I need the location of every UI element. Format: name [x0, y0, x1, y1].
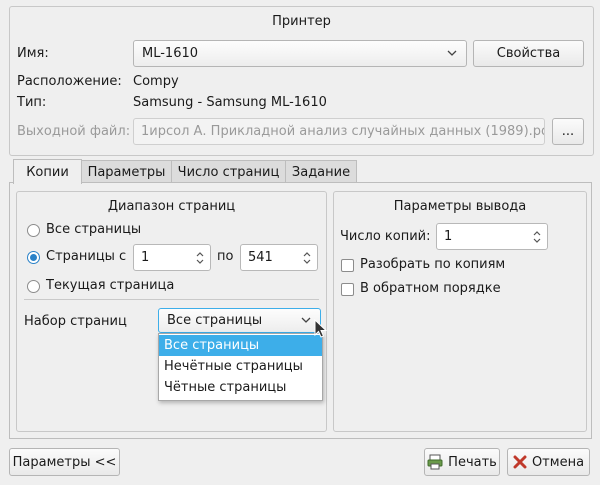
- copies-spinbox[interactable]: 1: [436, 223, 548, 250]
- tab-copies[interactable]: Копии: [13, 159, 82, 184]
- page-set-label: Набор страниц: [24, 314, 127, 329]
- page-range-label[interactable]: Страницы с: [46, 249, 126, 264]
- printer-name-value: ML-1610: [142, 46, 199, 61]
- page-range-radio[interactable]: [27, 251, 40, 264]
- to-page-value: 541: [248, 250, 273, 265]
- tab-pages-per-sheet[interactable]: Число страниц: [171, 160, 286, 183]
- current-page-label[interactable]: Текущая страница: [46, 278, 174, 293]
- copies-value: 1: [444, 229, 453, 244]
- spin-arrows-icon: [303, 252, 311, 264]
- cancel-button-label: Отмена: [531, 454, 585, 470]
- collate-label[interactable]: Разобрать по копиям: [360, 257, 505, 272]
- print-button[interactable]: Печать: [424, 448, 500, 476]
- print-icon: [427, 454, 443, 470]
- location-label: Расположение:: [17, 74, 122, 89]
- page-set-option[interactable]: Все страницы: [159, 335, 322, 356]
- reverse-order-checkbox[interactable]: [341, 283, 354, 296]
- print-button-label: Печать: [448, 454, 497, 470]
- copies-label: Число копий:: [340, 229, 431, 244]
- page-set-combo[interactable]: Все страницы: [158, 308, 321, 333]
- page-set-value: Все страницы: [167, 313, 263, 328]
- page-set-dropdown: Все страницы Нечётные страницы Чётные ст…: [158, 333, 323, 401]
- output-settings-title: Параметры вывода: [393, 199, 527, 214]
- output-file-label: Выходной файл:: [17, 124, 131, 139]
- page-range-separator: [24, 299, 319, 300]
- collate-checkbox[interactable]: [341, 259, 354, 272]
- tab-options[interactable]: Параметры: [81, 160, 172, 183]
- all-pages-label[interactable]: Все страницы: [46, 222, 141, 237]
- reverse-order-label[interactable]: В обратном порядке: [360, 281, 501, 296]
- current-page-radio[interactable]: [27, 280, 40, 293]
- type-label: Тип:: [17, 95, 47, 110]
- cancel-icon: [513, 455, 527, 469]
- spin-arrows-icon: [196, 252, 204, 264]
- printer-group-title: Принтер: [272, 14, 331, 29]
- from-page-value: 1: [141, 250, 150, 265]
- options-toggle-button[interactable]: Параметры <<: [9, 448, 120, 476]
- cancel-button[interactable]: Отмена: [507, 448, 590, 476]
- spin-arrows-icon: [533, 231, 541, 243]
- to-label: по: [217, 249, 234, 264]
- chevron-down-icon: [447, 50, 457, 56]
- chevron-down-icon: [301, 317, 311, 323]
- tab-job[interactable]: Задание: [285, 160, 357, 183]
- printer-name-label: Имя:: [17, 46, 49, 61]
- to-page-spinbox[interactable]: 541: [240, 244, 318, 271]
- type-value: Samsung - Samsung ML-1610: [133, 95, 327, 110]
- printer-name-combo[interactable]: ML-1610: [133, 40, 467, 67]
- from-page-spinbox[interactable]: 1: [133, 244, 211, 271]
- page-set-option[interactable]: Чётные страницы: [159, 377, 322, 398]
- output-file-field[interactable]: 1ирсол А. Прикладной анализ случайных да…: [133, 118, 545, 145]
- location-value: Compy: [133, 74, 179, 89]
- browse-button[interactable]: ...: [552, 118, 584, 145]
- mouse-cursor-icon: [314, 319, 328, 338]
- all-pages-radio[interactable]: [27, 224, 40, 237]
- page-set-option[interactable]: Нечётные страницы: [159, 356, 322, 377]
- page-range-title: Диапазон страниц: [107, 199, 236, 214]
- properties-button[interactable]: Свойства: [473, 40, 584, 67]
